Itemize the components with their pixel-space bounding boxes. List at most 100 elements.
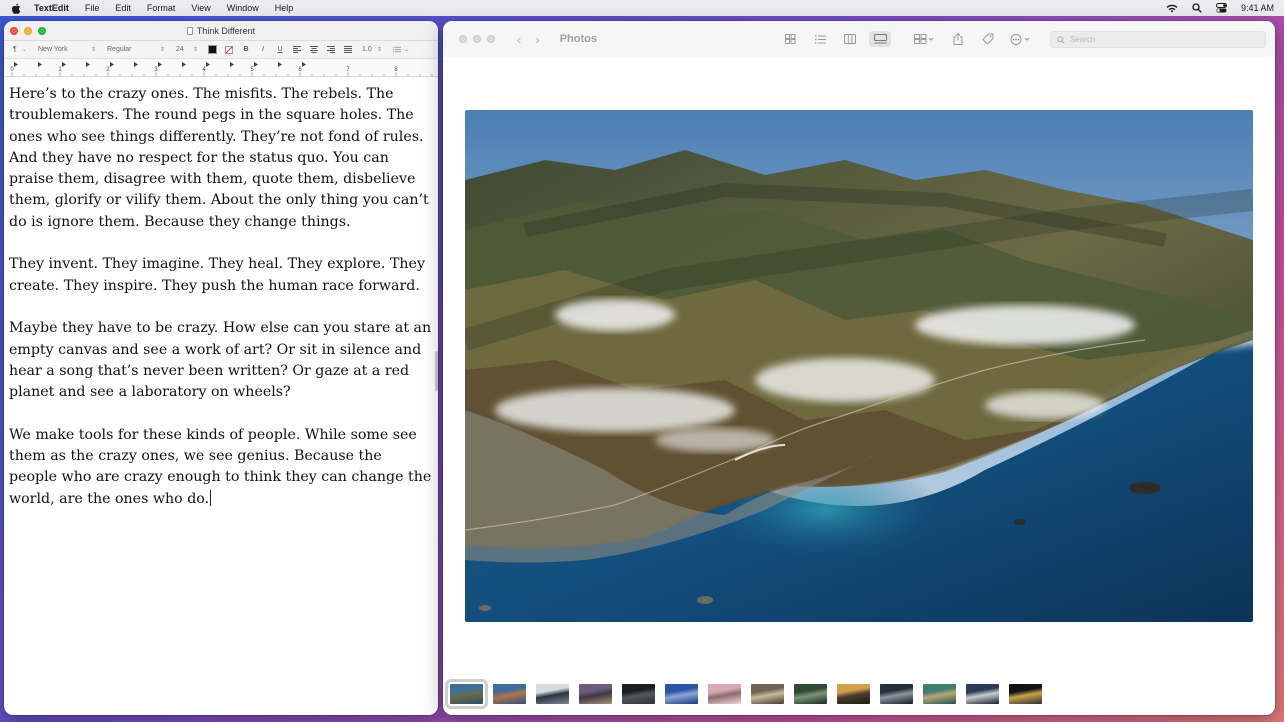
minimize-button[interactable] [24, 26, 32, 35]
tab-stop-marker[interactable] [14, 62, 18, 67]
textedit-window: Think Different ¶ ⌄ New York ⇕ Regular ⇕ 24… [4, 21, 438, 715]
thumbnail-golden-ridge[interactable] [837, 684, 870, 704]
forward-chevron-icon[interactable]: › [535, 32, 539, 47]
thumbnail-cliff-shore[interactable] [880, 684, 913, 704]
wifi-icon[interactable] [1166, 4, 1178, 13]
menu-view[interactable]: View [191, 3, 210, 13]
tab-stop-marker[interactable] [230, 62, 234, 67]
thumbnail-fog-valley[interactable] [751, 684, 784, 704]
photos-toolbar[interactable]: ‹ › Photos Search [443, 21, 1275, 57]
highlight-color-icon[interactable] [223, 44, 235, 55]
thumbnail-dusk-hills[interactable] [579, 684, 612, 704]
thumbnail-mountain-sunset[interactable] [493, 684, 526, 704]
menu-textedit[interactable]: TextEdit [34, 3, 69, 13]
ruler-label: 3 [154, 67, 158, 73]
menubar-clock[interactable]: 9:41 AM [1241, 3, 1274, 13]
bold-icon[interactable]: B [240, 44, 252, 55]
more-actions-icon[interactable] [1007, 31, 1035, 47]
document-icon [186, 26, 193, 35]
line-spacing-value: 1.0 [362, 46, 372, 53]
paragraph-4: We make tools for these kinds of people.… [9, 425, 434, 510]
ruler-label: 8 [394, 67, 398, 73]
control-center-icon[interactable] [1215, 3, 1227, 13]
group-by-icon[interactable] [909, 31, 939, 47]
tab-stop-marker[interactable] [62, 62, 66, 67]
menu-window[interactable]: Window [227, 3, 259, 13]
ruler-ticks: 0 1 2 3 4 5 6 7 8 [10, 62, 433, 76]
thumbnail-lake-dusk[interactable] [966, 684, 999, 704]
photos-zoom-button[interactable] [487, 35, 495, 43]
document-text-area[interactable]: Here’s to the crazy ones. The misfits. T… [4, 82, 438, 715]
paragraph-1: Here’s to the crazy ones. The misfits. T… [9, 86, 429, 230]
menu-help[interactable]: Help [275, 3, 294, 13]
ruler[interactable]: 0 1 2 3 4 5 6 7 8 [4, 59, 438, 77]
photos-minimize-button[interactable] [473, 35, 481, 43]
ruler-label: 7 [346, 67, 350, 73]
apple-logo-icon[interactable] [10, 2, 22, 14]
align-left-icon[interactable] [291, 44, 303, 55]
close-button[interactable] [10, 26, 18, 35]
tab-stop-marker[interactable] [278, 62, 282, 67]
thumbnail-dark-peaks[interactable] [622, 684, 655, 704]
line-spacing-select[interactable]: 1.0 ⇕ [359, 44, 385, 55]
thumbnail-cloud-island[interactable] [536, 684, 569, 704]
paragraph-3: Maybe they have to be crazy. How else ca… [9, 320, 432, 401]
list-view-icon[interactable] [809, 31, 831, 47]
back-chevron-icon[interactable]: ‹ [517, 32, 521, 47]
font-family-select[interactable]: New York ⇕ [35, 44, 99, 55]
menu-file[interactable]: File [85, 3, 100, 13]
textedit-titlebar[interactable]: Think Different [4, 21, 438, 41]
font-style-select[interactable]: Regular ⇕ [104, 44, 168, 55]
tab-stop-marker[interactable] [86, 62, 90, 67]
paragraph-style-value: ¶ [13, 46, 17, 53]
thumbnail-pink-rocks[interactable] [708, 684, 741, 704]
share-icon[interactable] [947, 31, 969, 47]
text-color-swatch [207, 45, 217, 54]
list-style-select[interactable]: ⌄ [390, 44, 412, 55]
thumbnail-bay-aerial[interactable] [923, 684, 956, 704]
tab-stop-marker[interactable] [134, 62, 138, 67]
ruler-label: 6 [298, 67, 302, 73]
paragraph-2: They invent. They imagine. They heal. Th… [9, 256, 425, 294]
tab-stop-marker[interactable] [110, 62, 114, 67]
align-right-icon[interactable] [325, 44, 337, 55]
italic-icon[interactable]: I [257, 44, 269, 55]
font-style-value: Regular [107, 46, 132, 53]
tab-stop-marker[interactable] [254, 62, 258, 67]
menu-format[interactable]: Format [147, 3, 176, 13]
column-view-icon[interactable] [839, 31, 861, 47]
search-icon[interactable] [1192, 3, 1202, 13]
thumbnail-coastline-aerial[interactable] [445, 679, 488, 709]
paragraph-style-select[interactable]: ¶ ⌄ [10, 44, 30, 55]
thumbnail-blue-abstract[interactable] [665, 684, 698, 704]
tab-stop-marker[interactable] [302, 62, 306, 67]
underline-icon[interactable]: U [274, 44, 286, 55]
gallery-view-icon[interactable] [869, 31, 891, 47]
ruler-label: 5 [250, 67, 254, 73]
tag-icon[interactable] [977, 31, 999, 47]
font-size-value: 24 [176, 46, 184, 53]
photos-close-button[interactable] [459, 35, 467, 43]
font-size-select[interactable]: 24 ⇕ [173, 44, 201, 55]
photos-window-title: Photos [559, 33, 597, 45]
window-resize-handle[interactable] [435, 351, 438, 391]
zoom-button[interactable] [38, 26, 46, 35]
window-controls [10, 26, 46, 35]
font-family-value: New York [38, 46, 68, 53]
text-color-button[interactable] [206, 44, 218, 55]
list-bullets-icon [393, 46, 401, 53]
tab-stop-marker[interactable] [158, 62, 162, 67]
main-photo[interactable] [465, 110, 1253, 622]
icon-view-icon[interactable] [779, 31, 801, 47]
menu-edit[interactable]: Edit [115, 3, 131, 13]
tab-stop-marker[interactable] [206, 62, 210, 67]
justify-icon[interactable] [342, 44, 354, 55]
tab-stop-marker[interactable] [38, 62, 42, 67]
thumbnail-green-hills[interactable] [794, 684, 827, 704]
tab-stop-marker[interactable] [182, 62, 186, 67]
thumbnail-night-peak[interactable] [1009, 684, 1042, 704]
ruler-label: 4 [202, 67, 206, 73]
text-caret [210, 489, 212, 506]
align-center-icon[interactable] [308, 44, 320, 55]
search-field[interactable]: Search [1050, 31, 1266, 48]
